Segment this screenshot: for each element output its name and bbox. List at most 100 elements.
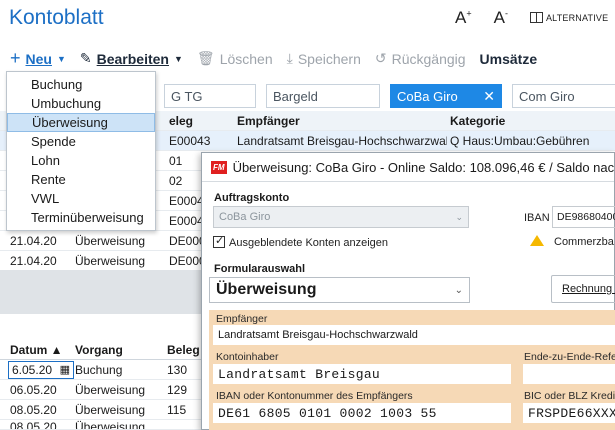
table-separator <box>0 270 215 314</box>
cell-vorgang: Überweisung <box>75 420 146 430</box>
chevron-down-icon: ⌄ <box>454 284 463 296</box>
bic-input[interactable]: FRSPDE66XXX <box>523 403 615 423</box>
end-to-end-reference-input[interactable] <box>523 364 615 384</box>
table-row[interactable]: 06.05.20 Überweisung 129 <box>0 380 215 400</box>
app-logo-icon: FM <box>211 160 227 174</box>
empfaenger-input[interactable]: Landratsamt Breisgau-Hochschwarzwald <box>213 325 615 345</box>
download-icon: ⤓ <box>286 50 293 66</box>
cell-datum: 08.05.20 <box>10 402 57 417</box>
date-input[interactable]: 6.05.20 ▦ <box>8 360 74 379</box>
end-to-end-reference-label: Ende-zu-Ende-Refer <box>524 351 615 363</box>
bic-label: BIC oder BLZ Kredit <box>524 390 615 402</box>
table-header: Datum ▲ Vorgang Beleg <box>0 340 215 360</box>
header-beleg[interactable]: eleg <box>166 114 234 128</box>
header-vorgang[interactable]: Vorgang <box>72 343 164 357</box>
alternative-view-label: ALTERNATIVE <box>545 12 609 23</box>
filter-chip[interactable]: Com Giro <box>512 84 615 108</box>
new-label: Neu <box>25 50 52 67</box>
font-decrease-label: A <box>493 8 505 27</box>
iban-field[interactable]: DE98680400 <box>552 206 615 228</box>
cell-empfaenger: Landratsamt Breisgau-Hochschwarzwald <box>237 133 447 148</box>
close-icon[interactable]: ✕ <box>483 88 495 105</box>
calendar-icon[interactable]: ▦ <box>60 363 70 376</box>
delete-button[interactable]: 🗑 Löschen <box>197 50 273 67</box>
split-view-icon <box>529 12 543 23</box>
font-increase-button[interactable]: A+ <box>455 8 472 28</box>
auftragskonto-label: Auftragskonto <box>214 192 290 204</box>
cell-datum: 21.04.20 <box>10 233 57 248</box>
menu-item-spende[interactable]: Spende <box>7 132 155 151</box>
font-controls: A+ A- ALTERNATIVE <box>455 8 608 28</box>
bank-info: Commerzba <box>530 235 614 248</box>
show-hidden-accounts-checkbox[interactable]: Ausgeblendete Konten anzeigen <box>213 234 389 249</box>
cell-vorgang: Buchung <box>75 362 123 377</box>
undo-button[interactable]: ↺ Rückgängig <box>375 50 466 67</box>
save-button[interactable]: ⤓ Speichern <box>287 50 361 67</box>
auftragskonto-value: CoBa Giro <box>219 211 271 223</box>
header-datum[interactable]: Datum ▲ <box>0 343 72 357</box>
menu-item-vwl[interactable]: VWL <box>7 189 155 208</box>
chevron-down-icon: ▼ <box>173 53 183 64</box>
font-increase-sup: + <box>466 8 472 19</box>
edit-label: Bearbeiten <box>96 50 169 67</box>
menu-item-ueberweisung[interactable]: Überweisung <box>7 113 155 132</box>
cell-datum: 6.05.20 ▦ <box>0 360 74 379</box>
checkbox-checked-icon <box>213 234 225 248</box>
filter-chip[interactable]: G TG <box>164 84 256 108</box>
auftragskonto-select[interactable]: CoBa Giro ⌄ <box>213 206 469 228</box>
iban-empfaenger-input[interactable]: DE61 6805 0101 0002 1003 55 <box>213 403 511 423</box>
empfaenger-label: Empfänger <box>216 313 268 325</box>
menu-item-lohn[interactable]: Lohn <box>7 151 155 170</box>
undo-label: Rückgängig <box>391 50 466 67</box>
pencil-icon: ✎ <box>79 50 92 66</box>
cell-vorgang: Überweisung <box>75 233 146 248</box>
undo-icon: ↺ <box>374 50 387 66</box>
font-decrease-button[interactable]: A- <box>494 8 508 28</box>
save-label: Speichern <box>297 50 361 67</box>
entry-table: Datum ▲ Vorgang Beleg 6.05.20 ▦ Buchung … <box>0 340 215 430</box>
iban-empfaenger-label: IBAN oder Kontonummer des Empfängers <box>216 390 413 402</box>
delete-label: Löschen <box>219 50 273 67</box>
form-type-value: Überweisung <box>216 281 317 298</box>
toolbar: + Neu ▼ ✎ Bearbeiten ▼ 🗑 Löschen ⤓ Speic… <box>10 48 551 69</box>
edit-button[interactable]: ✎ Bearbeiten ▼ <box>80 50 183 67</box>
alternative-view-button[interactable]: ALTERNATIVE <box>529 12 609 23</box>
menu-item-umbuchung[interactable]: Umbuchung <box>7 94 155 113</box>
sales-button[interactable]: Umsätze <box>480 51 538 67</box>
table-row[interactable]: 08.05.20 Überweisung 115 <box>0 400 215 420</box>
menu-item-rente[interactable]: Rente <box>7 170 155 189</box>
trash-icon: 🗑 <box>196 50 215 66</box>
form-type-select[interactable]: Überweisung ⌄ <box>209 277 470 303</box>
chevron-down-icon: ▼ <box>56 53 66 64</box>
bank-name: Commerzba <box>554 236 614 248</box>
dialog-title-bar[interactable]: FM Überweisung: CoBa Giro - Online Saldo… <box>202 153 614 182</box>
table-row[interactable]: 6.05.20 ▦ Buchung 130 <box>0 360 215 380</box>
formularauswahl-label: Formularauswahl <box>214 263 306 275</box>
filter-chip[interactable]: Bargeld <box>266 84 380 108</box>
page-title: Kontoblatt <box>9 6 104 29</box>
header-empfaenger[interactable]: Empfänger <box>234 114 447 128</box>
cell-datum: 06.05.20 <box>10 382 57 397</box>
cell-vorgang: Überweisung <box>75 382 146 397</box>
menu-item-buchung[interactable]: Buchung <box>7 75 155 94</box>
table-row[interactable]: 08.05.20 Überweisung <box>0 420 215 430</box>
account-filter-bar: G TG Bargeld CoBa Giro ✕ Com Giro <box>164 84 615 108</box>
sales-label: Umsätze <box>479 50 538 67</box>
font-increase-label: A <box>455 8 467 27</box>
filter-chip-active[interactable]: CoBa Giro ✕ <box>390 84 502 108</box>
plus-icon: + <box>10 48 21 68</box>
date-value: 6.05.20 <box>12 362 53 377</box>
filter-chip-label: CoBa Giro <box>397 88 458 104</box>
transfer-form-area: Empfänger Landratsamt Breisgau-Hochschwa… <box>209 310 615 430</box>
rechnung-button[interactable]: Rechnung e <box>551 275 615 303</box>
header-kategorie[interactable]: Kategorie <box>447 114 615 128</box>
cell-kategorie: Q Haus:Umbau:Gebühren <box>450 133 590 148</box>
iban-label: IBAN <box>524 212 550 224</box>
bank-logo-icon <box>530 235 544 246</box>
transfer-dialog: FM Überweisung: CoBa Giro - Online Saldo… <box>201 152 615 430</box>
kontoinhaber-input[interactable]: Landratsamt Breisgau <box>213 364 511 384</box>
new-button[interactable]: + Neu ▼ <box>10 48 66 69</box>
show-hidden-label: Ausgeblendete Konten anzeigen <box>229 237 389 249</box>
kontoinhaber-label: Kontoinhaber <box>216 351 279 363</box>
menu-item-terminueberweisung[interactable]: Terminüberweisung <box>7 208 155 227</box>
